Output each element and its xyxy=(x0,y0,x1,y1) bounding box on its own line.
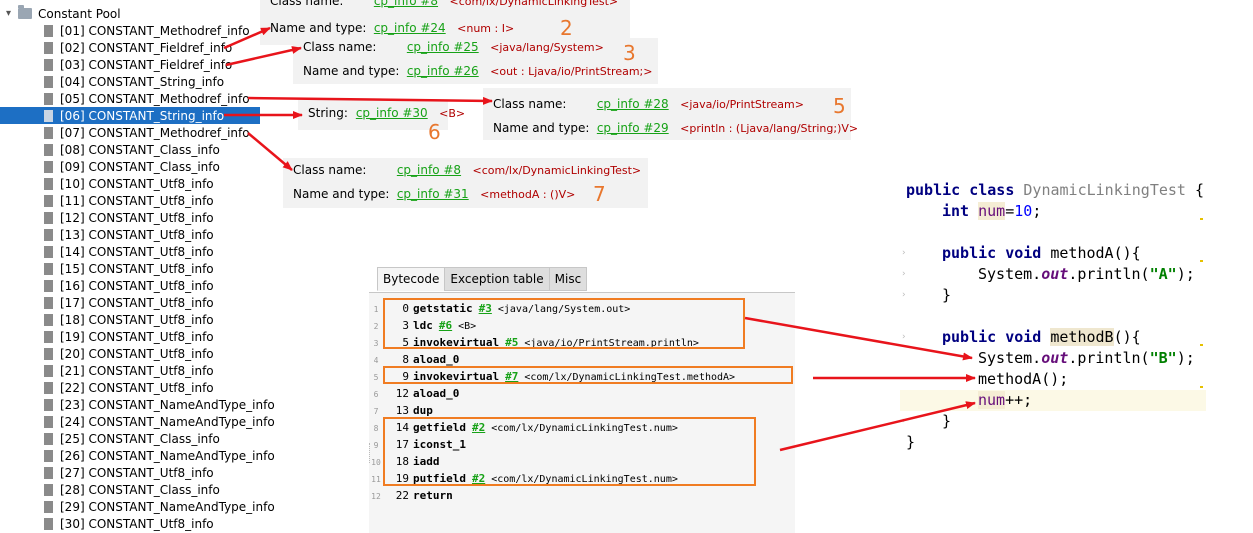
arrow-fieldref-03 xyxy=(225,46,302,67)
arrow-methodref-07 xyxy=(247,132,293,171)
annotation-arrows xyxy=(223,26,976,452)
arrow-fieldref-02 xyxy=(223,26,271,50)
arrow-methodref-05 xyxy=(247,96,493,105)
arrow-to-increment xyxy=(779,401,976,452)
arrow-to-print-b xyxy=(744,316,973,361)
